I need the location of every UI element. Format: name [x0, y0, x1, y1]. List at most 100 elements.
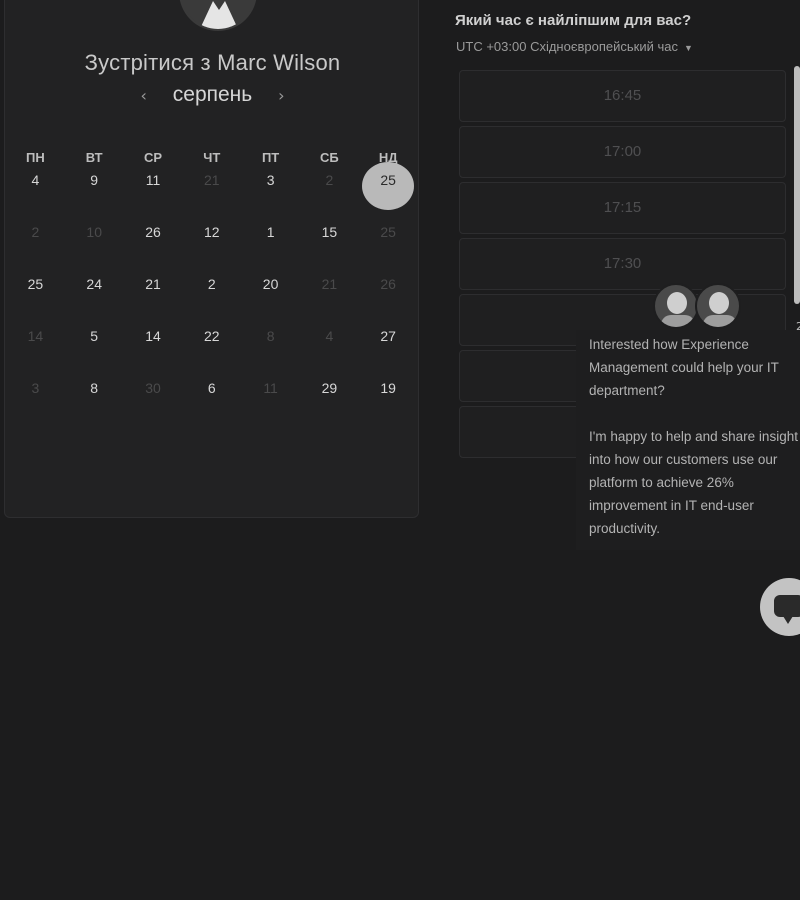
calendar-day[interactable]: 6 [182, 374, 241, 426]
chat-paragraph: I'm happy to help and share insight into… [589, 429, 798, 536]
chevron-left-icon[interactable]: ‹ [134, 86, 154, 105]
day-number: 25 [380, 224, 396, 240]
calendar-day[interactable]: 3 [241, 166, 300, 218]
avatar-head [667, 292, 687, 314]
calendar-day: 26 [359, 270, 418, 322]
weekday-header: ПН ВТ СР ЧТ ПТ СБ НД [6, 150, 418, 165]
month-label: серпень [172, 83, 253, 106]
time-slot[interactable]: 16:45 [459, 70, 786, 122]
day-number: 2 [325, 172, 334, 188]
calendar-day: 30 [124, 374, 183, 426]
meeting-title-prefix: Зустрітися з [84, 50, 211, 75]
agent-avatar [653, 283, 699, 329]
weekday-label: СБ [320, 150, 339, 165]
host-avatar [179, 0, 257, 31]
weekday-label: ПН [26, 150, 45, 165]
calendar-day: 21 [300, 270, 359, 322]
day-number: 29 [321, 380, 338, 396]
time-question: Який час є найліпшим для вас? [455, 12, 692, 29]
chevron-right-icon[interactable]: › [271, 86, 291, 105]
day-number: 10 [86, 224, 102, 240]
calendar-day[interactable]: 8 [65, 374, 124, 426]
day-number: 11 [263, 380, 278, 396]
chat-paragraph: Interested how Experience Management cou… [589, 337, 779, 398]
day-number: 6 [207, 380, 216, 396]
calendar-day[interactable]: 1 [241, 218, 300, 270]
day-number: 8 [90, 380, 99, 396]
day-number: 21 [321, 276, 338, 292]
day-number: 25 [362, 162, 415, 210]
calendar-day[interactable]: 22 [182, 322, 241, 374]
calendar-day[interactable]: 14 [124, 322, 183, 374]
day-number: 21 [145, 276, 161, 292]
calendar-day[interactable]: 26 [124, 218, 183, 270]
calendar-day[interactable]: 2 [182, 270, 241, 322]
agent-avatar [695, 283, 741, 329]
day-number: 1 [266, 224, 275, 240]
calendar-grid: 4 9 11 21 3 2 25 2 10 26 12 1 15 25 25 24 21 2 20 21 26 14 5 14… [6, 162, 418, 426]
calendar-day[interactable]: 5 [65, 322, 124, 374]
calendar-day[interactable]: 25 [6, 270, 65, 322]
day-number: 30 [145, 380, 161, 396]
avatar-shirt [199, 1, 239, 29]
calendar-day[interactable]: 27 [359, 322, 418, 374]
timezone-selector[interactable]: UTC +03:00 Східноєвропейський час ▼ [456, 39, 693, 54]
calendar-day[interactable]: 24 [65, 270, 124, 322]
calendar-day[interactable]: 20 [241, 270, 300, 322]
weekday-label: ВТ [85, 150, 103, 165]
calendar-day: 25 [359, 218, 418, 270]
calendar-day: 3 [6, 374, 65, 426]
day-number: 5 [90, 328, 99, 344]
calendar-day[interactable]: 29 [300, 374, 359, 426]
calendar-day[interactable]: 12 [182, 218, 241, 270]
day-number: 9 [90, 172, 99, 188]
weekday-label: ПТ [261, 150, 280, 165]
chat-launcher-button[interactable] [760, 578, 800, 636]
host-name: Marc Wilson [217, 50, 341, 75]
caret-down-icon: ▼ [683, 43, 693, 53]
calendar-day[interactable]: 9 [65, 166, 124, 218]
calendar-day[interactable]: 19 [359, 374, 418, 426]
day-number: 15 [321, 224, 338, 240]
time-slot[interactable]: 17:00 [459, 126, 786, 178]
time-slot[interactable]: 17:15 [459, 182, 786, 234]
day-number: 24 [86, 276, 102, 292]
meeting-title: Зустрітися з Marc Wilson [5, 50, 420, 76]
avatar-head [709, 292, 729, 314]
calendar-day[interactable]: 4 [6, 166, 65, 218]
day-number: 11 [145, 172, 161, 188]
day-number: 2 [207, 276, 216, 292]
day-number: 21 [204, 172, 220, 188]
calendar-day[interactable]: 11 [124, 166, 183, 218]
day-number: 3 [266, 172, 275, 188]
day-number: 25 [27, 276, 44, 292]
day-number: 26 [145, 224, 161, 240]
calendar-day-selected[interactable]: 25 [359, 162, 418, 218]
weekday-label: ЧТ [203, 150, 221, 165]
calendar-day: 4 [300, 322, 359, 374]
avatar-body [703, 315, 737, 327]
calendar-day: 2 [6, 218, 65, 270]
calendar-day: 8 [241, 322, 300, 374]
calendar-day: 2 [300, 166, 359, 218]
day-number: 3 [31, 380, 40, 396]
scrollbar[interactable] [794, 66, 800, 304]
day-number: 26 [380, 276, 396, 292]
day-number: 20 [262, 276, 279, 292]
month-navigation: ‹ серпень › [5, 83, 420, 107]
calendar-day: 11 [241, 374, 300, 426]
day-number: 2 [31, 224, 40, 240]
day-number: 12 [204, 224, 220, 240]
timezone-label: UTC +03:00 Східноєвропейський час [456, 39, 678, 54]
day-number: 4 [325, 328, 334, 344]
chat-message: Interested how Experience Management cou… [589, 333, 800, 540]
avatar-body [661, 315, 695, 327]
calendar-day[interactable]: 21 [124, 270, 183, 322]
day-number: 22 [204, 328, 220, 344]
day-number: 19 [380, 380, 396, 396]
calendar-day: 14 [6, 322, 65, 374]
agent-avatars [653, 283, 743, 331]
calendar-day[interactable]: 15 [300, 218, 359, 270]
chat-bubble-icon [774, 595, 800, 624]
calendar-day: 21 [182, 166, 241, 218]
